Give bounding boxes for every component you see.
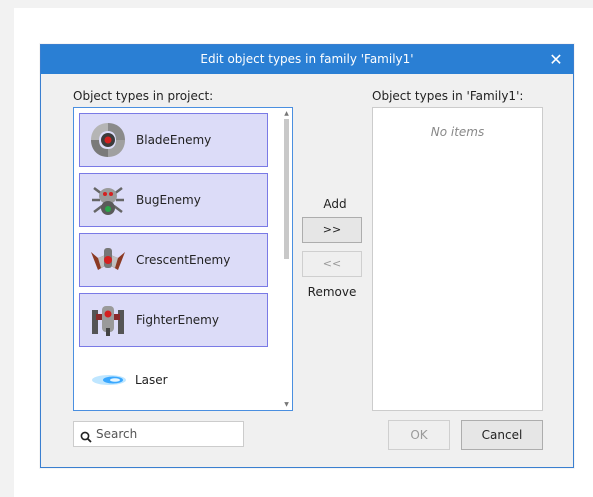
- list-item-label: FighterEnemy: [136, 313, 219, 327]
- project-types-list[interactable]: BladeEnemy BugEnemy CrescentEnemy Fighte…: [73, 107, 293, 411]
- list-item-crescent-enemy[interactable]: CrescentEnemy: [79, 233, 268, 287]
- scroll-thumb[interactable]: [284, 119, 289, 259]
- add-label: Add: [323, 197, 347, 211]
- list-item-blade-enemy[interactable]: BladeEnemy: [79, 113, 268, 167]
- fighter-enemy-icon: [86, 298, 130, 342]
- list-item-label: BugEnemy: [136, 193, 201, 207]
- remove-label: Remove: [307, 285, 357, 299]
- project-types-label: Object types in project:: [73, 89, 214, 103]
- search-input[interactable]: [96, 425, 236, 443]
- list-item-laser[interactable]: Laser: [79, 353, 268, 407]
- family-types-label: Object types in 'Family1':: [372, 89, 524, 103]
- scroll-up-arrow-icon[interactable]: ▲: [282, 109, 291, 118]
- list-item-fighter-enemy[interactable]: FighterEnemy: [79, 293, 268, 347]
- list-item-label: CrescentEnemy: [136, 253, 231, 267]
- list-item-label: Laser: [135, 373, 168, 387]
- scroll-down-arrow-icon[interactable]: ▼: [282, 400, 291, 409]
- empty-list-text: No items: [430, 125, 485, 139]
- list-item-label: BladeEnemy: [136, 133, 212, 147]
- crescent-enemy-icon: [86, 238, 130, 282]
- ok-button[interactable]: OK: [388, 420, 450, 450]
- laser-icon: [85, 358, 129, 402]
- list-scrollbar[interactable]: ▲ ▼: [282, 109, 291, 409]
- search-box[interactable]: [73, 421, 244, 447]
- cancel-button[interactable]: Cancel: [461, 420, 543, 450]
- close-icon[interactable]: ✕: [547, 45, 565, 74]
- list-item-bug-enemy[interactable]: BugEnemy: [79, 173, 268, 227]
- edit-family-dialog: Edit object types in family 'Family1' ✕ …: [40, 44, 574, 468]
- dialog-titlebar: Edit object types in family 'Family1' ✕: [41, 45, 573, 74]
- bug-enemy-icon: [86, 178, 130, 222]
- add-button[interactable]: >>: [302, 217, 362, 243]
- remove-button[interactable]: <<: [302, 251, 362, 277]
- blade-enemy-icon: [86, 118, 130, 162]
- search-icon: [80, 428, 92, 443]
- family-types-list[interactable]: No items: [372, 107, 543, 411]
- dialog-title: Edit object types in family 'Family1': [200, 52, 414, 66]
